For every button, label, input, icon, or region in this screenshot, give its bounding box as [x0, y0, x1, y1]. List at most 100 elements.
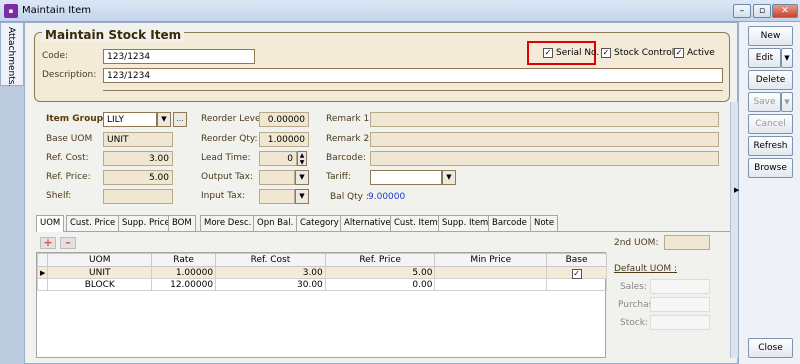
- tab-more-desc[interactable]: More Desc.: [200, 215, 256, 231]
- bal-qty-label: Bal Qty :: [330, 192, 369, 202]
- tab-note[interactable]: Note: [530, 215, 559, 231]
- edit-button[interactable]: Edit: [748, 48, 781, 68]
- minimize-button[interactable]: –: [733, 4, 751, 18]
- output-tax-dropdown[interactable]: ▼: [295, 170, 309, 185]
- refresh-button[interactable]: Refresh: [748, 136, 793, 156]
- reorder-qty-label: Reorder Qty:: [201, 134, 258, 144]
- ref-cost-input[interactable]: 3.00: [103, 151, 173, 166]
- splitter[interactable]: [730, 102, 738, 358]
- item-group-input[interactable]: LILY: [103, 112, 157, 127]
- code-input[interactable]: 123/1234: [103, 49, 255, 64]
- tab-bom[interactable]: BOM: [168, 215, 196, 231]
- purchase-input[interactable]: [650, 297, 710, 312]
- ref-cost-label: Ref. Cost:: [46, 153, 89, 163]
- cell-uom[interactable]: UNIT: [47, 266, 153, 279]
- lead-time-spinner[interactable]: ▲ ▼: [297, 151, 307, 166]
- table-row[interactable]: ▶ UNIT 1.00000 3.00 5.00 ✓: [36, 266, 607, 279]
- tariff-input[interactable]: [370, 170, 442, 185]
- code-label: Code:: [42, 51, 69, 61]
- sales-label: Sales:: [620, 282, 647, 292]
- col-uom[interactable]: UOM: [47, 253, 153, 267]
- item-group-label: Item Group:: [46, 114, 107, 124]
- output-tax-input[interactable]: [259, 170, 295, 185]
- col-base[interactable]: Base: [546, 253, 607, 267]
- add-row-icon[interactable]: +: [40, 237, 56, 249]
- stock-control-checkbox[interactable]: ✓: [601, 48, 611, 58]
- cell-min-price[interactable]: [434, 278, 548, 291]
- reorder-level-input[interactable]: 0.00000: [259, 112, 309, 127]
- stock-label: Stock:: [620, 318, 648, 328]
- col-rate[interactable]: Rate: [151, 253, 217, 267]
- window-title: Maintain Item: [22, 5, 91, 16]
- item-group-dropdown[interactable]: ▼: [157, 112, 171, 127]
- tab-barcode[interactable]: Barcode: [488, 215, 531, 231]
- base-checkbox[interactable]: ✓: [571, 268, 582, 279]
- cell-base[interactable]: [546, 278, 607, 291]
- second-uom-input[interactable]: [664, 235, 710, 250]
- cell-ref-cost[interactable]: 30.00: [215, 278, 326, 291]
- second-uom-label: 2nd UOM:: [614, 238, 659, 248]
- item-group-browse-button[interactable]: …: [173, 112, 187, 127]
- shelf-input[interactable]: [103, 189, 173, 204]
- cell-base[interactable]: ✓: [546, 266, 607, 279]
- cell-rate[interactable]: 1.00000: [151, 266, 217, 279]
- tab-supp-item[interactable]: Supp. Item: [438, 215, 493, 231]
- attachments-tab[interactable]: Attachments...: [0, 22, 24, 93]
- serial-no-checkbox[interactable]: ✓: [543, 48, 553, 58]
- table-row[interactable]: BLOCK 12.00000 30.00 0.00: [36, 278, 607, 291]
- tab-alternative[interactable]: Alternative: [340, 215, 395, 231]
- cell-rate[interactable]: 12.00000: [151, 278, 217, 291]
- cell-ref-price[interactable]: 0.00: [324, 278, 436, 291]
- description-input[interactable]: 123/1234: [103, 68, 723, 83]
- input-tax-label: Input Tax:: [201, 191, 246, 201]
- cancel-button[interactable]: Cancel: [748, 114, 793, 134]
- cell-ref-price[interactable]: 5.00: [324, 266, 436, 279]
- tab-cust-item[interactable]: Cust. Item: [390, 215, 442, 231]
- ref-price-input[interactable]: 5.00: [103, 170, 173, 185]
- tab-category[interactable]: Category: [296, 215, 343, 231]
- sales-input[interactable]: [650, 279, 710, 294]
- cell-uom[interactable]: BLOCK: [47, 278, 153, 291]
- remark1-label: Remark 1:: [326, 114, 373, 124]
- maximize-button[interactable]: ▫: [753, 4, 771, 18]
- grid-header-row: UOM Rate Ref. Cost Ref. Price Min Price …: [36, 253, 607, 267]
- col-min-price[interactable]: Min Price: [434, 253, 548, 267]
- input-tax-dropdown[interactable]: ▼: [295, 189, 309, 204]
- tab-uom[interactable]: UOM: [36, 215, 65, 232]
- tab-cust-price[interactable]: Cust. Price: [66, 215, 120, 231]
- col-ref-cost[interactable]: Ref. Cost: [215, 253, 326, 267]
- input-tax-input[interactable]: [259, 189, 295, 204]
- remove-row-icon[interactable]: –: [60, 237, 76, 249]
- save-dropdown-icon[interactable]: ▼: [781, 92, 793, 112]
- serial-no-label: Serial No.: [556, 48, 600, 58]
- reorder-qty-input[interactable]: 1.00000: [259, 132, 309, 147]
- uom-grid: UOM Rate Ref. Cost Ref. Price Min Price …: [36, 252, 607, 358]
- left-sidebar: [0, 86, 24, 364]
- tab-opn-bal[interactable]: Opn Bal.: [253, 215, 298, 231]
- save-button[interactable]: Save: [748, 92, 781, 112]
- tab-strip-line: [36, 231, 730, 232]
- close-window-button[interactable]: ✕: [772, 4, 798, 18]
- remark1-input[interactable]: [370, 112, 719, 127]
- lead-time-input[interactable]: 0: [259, 151, 297, 166]
- browse-button[interactable]: Browse: [748, 158, 793, 178]
- stock-input[interactable]: [650, 315, 710, 330]
- remark2-input[interactable]: [370, 132, 719, 147]
- active-checkbox[interactable]: ✓: [674, 48, 684, 58]
- expand-arrow-icon[interactable]: ▶: [734, 186, 739, 194]
- col-ref-price[interactable]: Ref. Price: [324, 253, 436, 267]
- tariff-dropdown[interactable]: ▼: [442, 170, 456, 185]
- cell-ref-cost[interactable]: 3.00: [215, 266, 326, 279]
- tab-supp-price[interactable]: Supp. Price: [118, 215, 174, 231]
- stock-control-label: Stock Control: [614, 48, 675, 58]
- barcode-input[interactable]: [370, 151, 719, 166]
- edit-dropdown-icon[interactable]: ▼: [781, 48, 793, 68]
- description-label: Description:: [42, 70, 97, 80]
- remark2-label: Remark 2:: [326, 134, 373, 144]
- base-uom-label: Base UOM: [46, 134, 93, 144]
- delete-button[interactable]: Delete: [748, 70, 793, 90]
- cell-min-price[interactable]: [434, 266, 548, 279]
- new-button[interactable]: New: [748, 26, 793, 46]
- close-button[interactable]: Close: [748, 338, 793, 358]
- base-uom-input[interactable]: UNIT: [103, 132, 173, 147]
